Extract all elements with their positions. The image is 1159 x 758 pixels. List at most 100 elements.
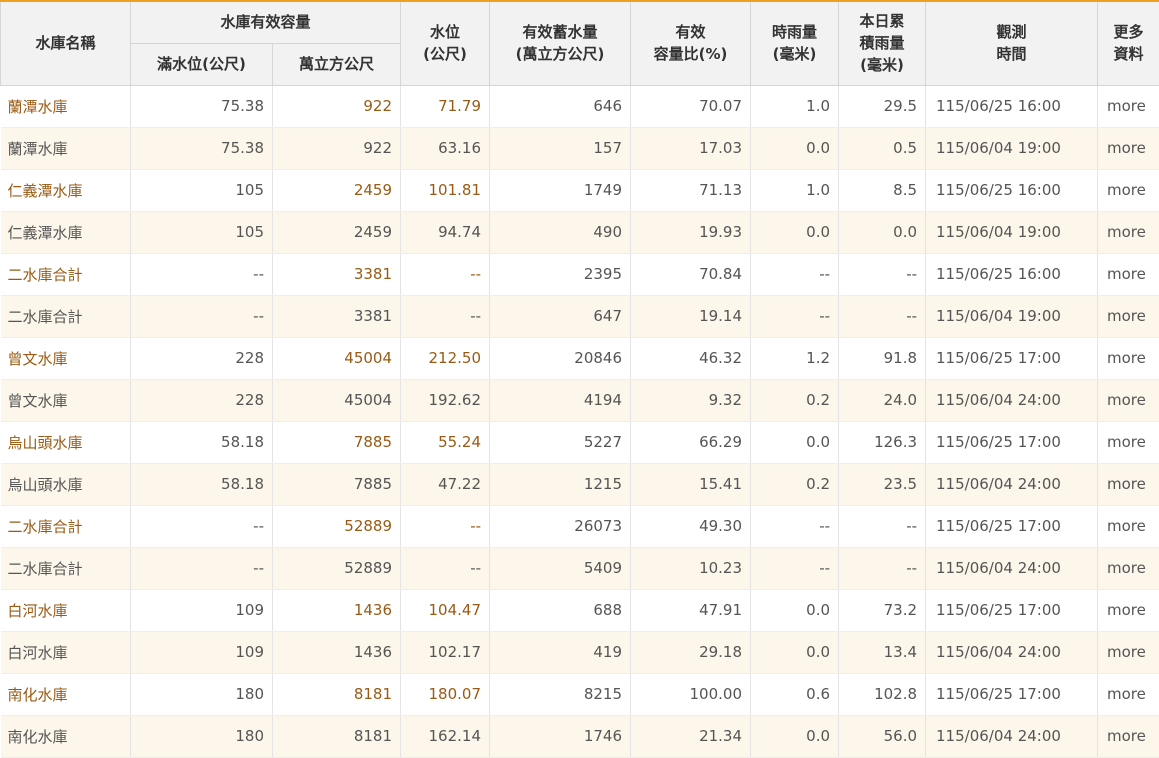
- accumulated-rain-cell: 0.0: [839, 211, 926, 253]
- hourly-rain-cell: 0.0: [751, 421, 839, 463]
- col-header-more: 更多資料: [1098, 1, 1159, 85]
- col-header-storage-line1: 有效蓄水量: [494, 21, 626, 43]
- water-level-cell: 71.79: [401, 85, 490, 127]
- more-link[interactable]: more: [1098, 463, 1159, 505]
- hourly-rain-cell: 1.0: [751, 85, 839, 127]
- accumulated-rain-cell: 8.5: [839, 169, 926, 211]
- reservoir-name-link[interactable]: 二水庫合計: [1, 253, 131, 295]
- table-row: 南化水庫1808181162.14174621.340.056.0115/06/…: [1, 715, 1159, 757]
- reservoir-name-link[interactable]: 仁義潭水庫: [1, 169, 131, 211]
- effective-storage-cell: 20846: [490, 337, 631, 379]
- effective-storage-cell: 688: [490, 589, 631, 631]
- col-header-rain-line2: (毫米): [755, 43, 834, 65]
- full-level-cell: --: [131, 253, 273, 295]
- effective-storage-cell: 8215: [490, 673, 631, 715]
- water-level-cell: 212.50: [401, 337, 490, 379]
- effective-storage-cell: 647: [490, 295, 631, 337]
- reservoir-name-link[interactable]: 烏山頭水庫: [1, 421, 131, 463]
- table-row: 蘭潭水庫75.3892263.1615717.030.00.5115/06/04…: [1, 127, 1159, 169]
- table-row: 南化水庫1808181180.078215100.000.6102.8115/0…: [1, 673, 1159, 715]
- more-link[interactable]: more: [1098, 673, 1159, 715]
- accumulated-rain-cell: 56.0: [839, 715, 926, 757]
- table-row: 仁義潭水庫1052459101.81174971.131.08.5115/06/…: [1, 169, 1159, 211]
- effective-storage-cell: 2395: [490, 253, 631, 295]
- accumulated-rain-cell: 91.8: [839, 337, 926, 379]
- observation-time-cell: 115/06/25 17:00: [926, 421, 1098, 463]
- capacity-percent-cell: 100.00: [631, 673, 751, 715]
- table-row: 曾文水庫22845004212.502084646.321.291.8115/0…: [1, 337, 1159, 379]
- more-link[interactable]: more: [1098, 253, 1159, 295]
- table-row: 二水庫合計--3381--239570.84----115/06/25 16:0…: [1, 253, 1159, 295]
- effective-storage-cell: 1749: [490, 169, 631, 211]
- full-level-cell: 228: [131, 337, 273, 379]
- water-level-cell: --: [401, 505, 490, 547]
- more-link[interactable]: more: [1098, 337, 1159, 379]
- col-header-percent-line2: 容量比(%): [635, 43, 746, 65]
- more-link[interactable]: more: [1098, 169, 1159, 211]
- observation-time-cell: 115/06/04 24:00: [926, 715, 1098, 757]
- full-level-cell: --: [131, 505, 273, 547]
- more-link[interactable]: more: [1098, 505, 1159, 547]
- effective-storage-cell: 490: [490, 211, 631, 253]
- observation-time-cell: 115/06/04 24:00: [926, 547, 1098, 589]
- observation-time-cell: 115/06/04 24:00: [926, 631, 1098, 673]
- capacity-cell: 45004: [273, 379, 401, 421]
- col-header-level-line1: 水位: [405, 21, 485, 43]
- water-level-cell: --: [401, 295, 490, 337]
- full-level-cell: 58.18: [131, 463, 273, 505]
- table-row: 仁義潭水庫105245994.7449019.930.00.0115/06/04…: [1, 211, 1159, 253]
- capacity-cell: 922: [273, 127, 401, 169]
- full-level-cell: 180: [131, 715, 273, 757]
- full-level-cell: 105: [131, 211, 273, 253]
- accumulated-rain-cell: 23.5: [839, 463, 926, 505]
- observation-time-cell: 115/06/04 19:00: [926, 295, 1098, 337]
- accumulated-rain-cell: 126.3: [839, 421, 926, 463]
- reservoir-name-link[interactable]: 白河水庫: [1, 589, 131, 631]
- capacity-percent-cell: 9.32: [631, 379, 751, 421]
- effective-storage-cell: 1746: [490, 715, 631, 757]
- capacity-cell: 3381: [273, 253, 401, 295]
- col-header-name: 水庫名稱: [1, 1, 131, 85]
- col-header-time: 觀測時間: [926, 1, 1098, 85]
- accumulated-rain-cell: --: [839, 295, 926, 337]
- more-link[interactable]: more: [1098, 295, 1159, 337]
- more-link[interactable]: more: [1098, 631, 1159, 673]
- more-link[interactable]: more: [1098, 589, 1159, 631]
- hourly-rain-cell: --: [751, 547, 839, 589]
- accumulated-rain-cell: 0.5: [839, 127, 926, 169]
- more-link[interactable]: more: [1098, 547, 1159, 589]
- table-header: 水庫名稱 水庫有效容量 水位(公尺) 有效蓄水量(萬立方公尺) 有效容量比(%)…: [1, 1, 1159, 85]
- water-level-cell: 162.14: [401, 715, 490, 757]
- more-link[interactable]: more: [1098, 127, 1159, 169]
- more-link[interactable]: more: [1098, 421, 1159, 463]
- reservoir-name-link[interactable]: 二水庫合計: [1, 505, 131, 547]
- capacity-percent-cell: 15.41: [631, 463, 751, 505]
- accumulated-rain-cell: 102.8: [839, 673, 926, 715]
- more-link[interactable]: more: [1098, 211, 1159, 253]
- more-link[interactable]: more: [1098, 85, 1159, 127]
- reservoir-name-link[interactable]: 蘭潭水庫: [1, 85, 131, 127]
- effective-storage-cell: 646: [490, 85, 631, 127]
- reservoir-name-link: 曾文水庫: [1, 379, 131, 421]
- more-link[interactable]: more: [1098, 379, 1159, 421]
- col-header-accumulated-line1: 本日累: [843, 10, 921, 32]
- capacity-percent-cell: 19.93: [631, 211, 751, 253]
- reservoir-name-link: 白河水庫: [1, 631, 131, 673]
- observation-time-cell: 115/06/04 19:00: [926, 127, 1098, 169]
- table-body: 蘭潭水庫75.3892271.7964670.071.029.5115/06/2…: [1, 85, 1159, 757]
- capacity-percent-cell: 46.32: [631, 337, 751, 379]
- capacity-cell: 2459: [273, 211, 401, 253]
- reservoir-name-link[interactable]: 南化水庫: [1, 673, 131, 715]
- full-level-cell: 109: [131, 631, 273, 673]
- full-level-cell: --: [131, 295, 273, 337]
- capacity-percent-cell: 70.84: [631, 253, 751, 295]
- full-level-cell: 109: [131, 589, 273, 631]
- capacity-cell: 8181: [273, 673, 401, 715]
- full-level-cell: 75.38: [131, 127, 273, 169]
- more-link[interactable]: more: [1098, 715, 1159, 757]
- col-header-time-line2: 時間: [930, 43, 1093, 65]
- reservoir-name-link[interactable]: 曾文水庫: [1, 337, 131, 379]
- capacity-cell: 45004: [273, 337, 401, 379]
- col-header-rain: 時雨量(毫米): [751, 1, 839, 85]
- hourly-rain-cell: 0.2: [751, 379, 839, 421]
